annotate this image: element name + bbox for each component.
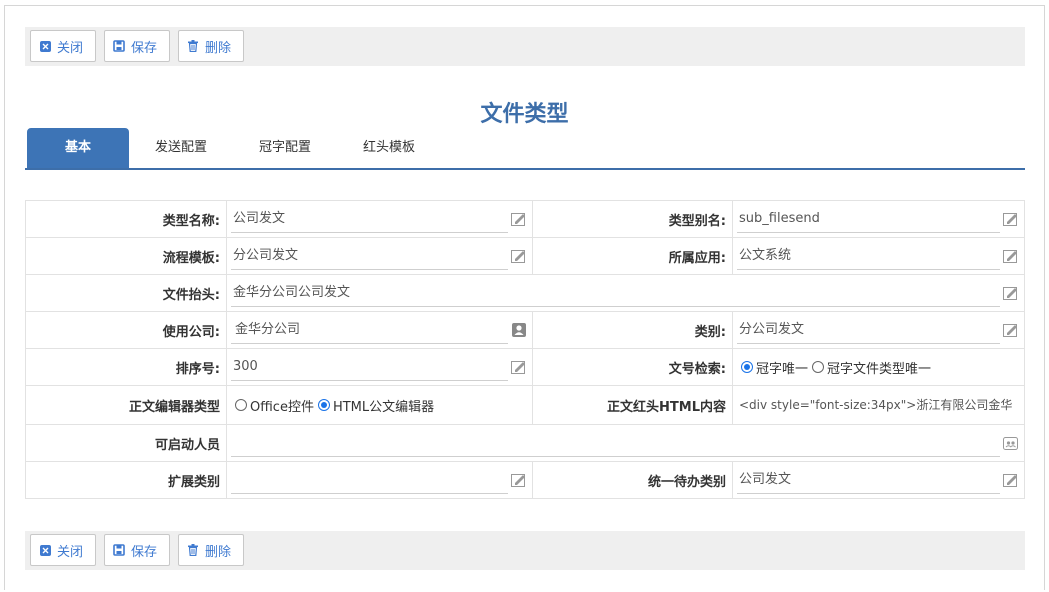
edit-icon[interactable] bbox=[511, 359, 527, 375]
flow-template-label: 流程模板: bbox=[25, 237, 227, 275]
app-label: 所属应用: bbox=[532, 237, 733, 275]
edit-icon[interactable] bbox=[511, 248, 527, 264]
doc-search-radio-group: 冠字唯一 冠字文件类型唯一 bbox=[737, 353, 1024, 381]
editor-type-label: 正文编辑器类型 bbox=[25, 385, 227, 425]
flow-template-input[interactable]: 分公司发文 bbox=[231, 242, 508, 270]
delete-label: 删除 bbox=[205, 544, 232, 560]
starters-label: 可启动人员 bbox=[25, 424, 227, 462]
user-picker-icon[interactable] bbox=[511, 322, 527, 338]
close-button[interactable]: 关闭 bbox=[30, 30, 96, 62]
top-toolbar: 关闭 保存 删除 bbox=[25, 27, 1025, 66]
close-button[interactable]: 关闭 bbox=[30, 534, 96, 566]
ext-category-cell bbox=[226, 461, 533, 499]
red-html-label: 正文红头HTML内容 bbox=[532, 385, 733, 425]
doc-search-cell: 冠字唯一 冠字文件类型唯一 bbox=[732, 348, 1025, 386]
app-cell: 公文系统 bbox=[732, 237, 1025, 275]
basic-form: 类型名称: 公司发文 类型别名: sub_filesend 流程模板: 分公司发… bbox=[25, 200, 1025, 499]
ext-category-input[interactable] bbox=[231, 466, 508, 494]
edit-icon[interactable] bbox=[1003, 472, 1019, 488]
trash-icon bbox=[187, 40, 199, 52]
editor-type-option-office[interactable]: Office控件 bbox=[235, 396, 314, 415]
red-html-cell: <div style="font-size:34px">浙江有限公司金华 bbox=[732, 385, 1025, 425]
delete-label: 删除 bbox=[205, 40, 232, 56]
tab-basic[interactable]: 基本 bbox=[27, 128, 129, 168]
type-name-input[interactable]: 公司发文 bbox=[231, 205, 508, 233]
edit-icon[interactable] bbox=[1003, 248, 1019, 264]
doc-search-label: 文号检索: bbox=[532, 348, 733, 386]
todo-category-label: 统一待办类别 bbox=[532, 461, 733, 499]
company-input[interactable]: 金华分公司 bbox=[231, 316, 508, 344]
radio-unchecked-icon bbox=[235, 399, 247, 411]
doc-search-option-prefix-unique[interactable]: 冠字唯一 bbox=[741, 358, 808, 377]
save-label: 保存 bbox=[131, 40, 158, 56]
tab-send-config[interactable]: 发送配置 bbox=[141, 128, 221, 168]
header-input[interactable]: 金华分公司公司发文 bbox=[231, 279, 1000, 307]
radio-unchecked-icon bbox=[812, 361, 825, 373]
red-html-input[interactable]: <div style="font-size:34px">浙江有限公司金华 bbox=[737, 391, 1024, 419]
todo-category-input[interactable]: 公司发文 bbox=[737, 466, 1000, 494]
bottom-toolbar: 关闭 保存 删除 bbox=[25, 531, 1025, 570]
type-alias-input[interactable]: sub_filesend bbox=[737, 205, 1000, 233]
sort-no-label: 排序号: bbox=[25, 348, 227, 386]
people-picker-icon[interactable] bbox=[1003, 435, 1019, 451]
type-alias-label: 类型别名: bbox=[532, 200, 733, 238]
save-button[interactable]: 保存 bbox=[104, 534, 170, 566]
company-cell: 金华分公司 bbox=[226, 311, 533, 349]
close-icon bbox=[39, 544, 51, 556]
app-input[interactable]: 公文系统 bbox=[737, 242, 1000, 270]
category-cell: 分公司发文 bbox=[732, 311, 1025, 349]
close-label: 关闭 bbox=[57, 544, 84, 560]
ext-category-label: 扩展类别 bbox=[25, 461, 227, 499]
tab-bar: 基本 发送配置 冠字配置 红头模板 bbox=[25, 128, 1025, 170]
type-alias-cell: sub_filesend bbox=[732, 200, 1025, 238]
header-cell: 金华分公司公司发文 bbox=[226, 274, 1025, 312]
save-icon bbox=[113, 40, 125, 52]
type-name-label: 类型名称: bbox=[25, 200, 227, 238]
tab-red-header-template[interactable]: 红头模板 bbox=[349, 128, 429, 168]
save-label: 保存 bbox=[131, 544, 158, 560]
starters-input[interactable] bbox=[231, 429, 1000, 457]
sort-no-input[interactable]: 300 bbox=[231, 353, 508, 381]
edit-icon[interactable] bbox=[1003, 211, 1019, 227]
delete-button[interactable]: 删除 bbox=[178, 534, 244, 566]
doc-search-option-prefix-type-unique[interactable]: 冠字文件类型唯一 bbox=[812, 358, 931, 377]
editor-type-cell: Office控件 HTML公文编辑器 bbox=[226, 385, 533, 425]
editor-type-radio-group: Office控件 HTML公文编辑器 bbox=[231, 391, 532, 419]
trash-icon bbox=[187, 544, 199, 556]
todo-category-cell: 公司发文 bbox=[732, 461, 1025, 499]
radio-checked-icon bbox=[741, 361, 753, 373]
delete-button[interactable]: 删除 bbox=[178, 30, 244, 62]
flow-template-cell: 分公司发文 bbox=[226, 237, 533, 275]
edit-icon[interactable] bbox=[511, 472, 527, 488]
edit-icon[interactable] bbox=[511, 211, 527, 227]
sort-no-cell: 300 bbox=[226, 348, 533, 386]
company-label: 使用公司: bbox=[25, 311, 227, 349]
page-title: 文件类型 bbox=[480, 102, 569, 127]
category-label: 类别: bbox=[532, 311, 733, 349]
category-input[interactable]: 分公司发文 bbox=[737, 316, 1000, 344]
close-label: 关闭 bbox=[57, 40, 84, 56]
save-icon bbox=[113, 544, 125, 556]
edit-icon[interactable] bbox=[1003, 322, 1019, 338]
save-button[interactable]: 保存 bbox=[104, 30, 170, 62]
tab-prefix-config[interactable]: 冠字配置 bbox=[245, 128, 325, 168]
close-icon bbox=[39, 40, 51, 52]
starters-cell bbox=[226, 424, 1025, 462]
edit-icon[interactable] bbox=[1003, 285, 1019, 301]
radio-checked-icon bbox=[317, 399, 330, 411]
header-label: 文件抬头: bbox=[25, 274, 227, 312]
type-name-cell: 公司发文 bbox=[226, 200, 533, 238]
editor-type-option-html[interactable]: HTML公文编辑器 bbox=[317, 396, 434, 415]
